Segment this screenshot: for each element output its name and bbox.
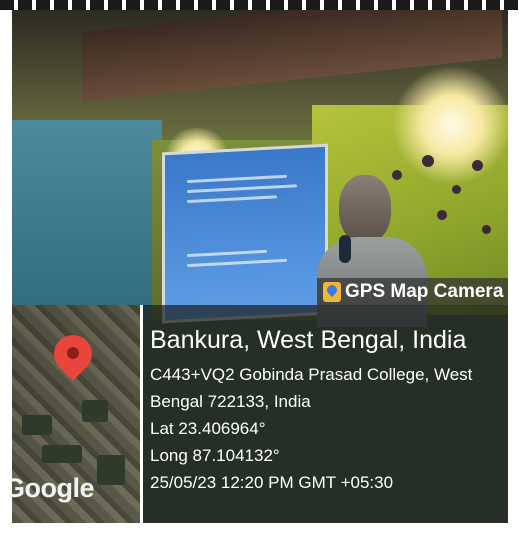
wall-motif [452,185,461,194]
wall-left [12,120,162,320]
latitude: Lat 23.406964° [150,419,266,438]
wall-motif [482,225,491,234]
map-pin-icon [46,327,100,387]
timestamp: 25/05/23 12:20 PM GMT +05:30 [150,473,394,492]
wall-motif [437,210,447,220]
photo: GPS Map Camera Google Bankura, West Beng… [12,10,508,523]
badge-label: GPS Map Camera [345,281,504,302]
speaker-head [339,175,391,243]
microphone [339,235,351,263]
longitude: Long 87.104132° [150,446,280,465]
wall-motif [472,160,483,171]
map-attribution: Google [12,473,95,503]
location-title: Bankura, West Bengal, India [150,326,467,354]
ceiling-light [392,65,508,185]
address-line-1: C443+VQ2 Gobinda Prasad College, West [150,365,473,384]
address-line-2: Bengal 722133, India [150,392,311,411]
gps-badge: GPS Map Camera [317,278,508,306]
wall-motif [422,155,434,167]
location-info: Bankura, West Bengal, India C443+VQ2 Gob… [150,325,472,496]
top-strip [0,0,519,10]
gps-overlay: GPS Map Camera Google Bankura, West Beng… [12,278,508,523]
map-thumbnail: Google [12,305,143,523]
projector-screen [162,143,328,324]
gps-map-camera-icon [323,282,341,302]
